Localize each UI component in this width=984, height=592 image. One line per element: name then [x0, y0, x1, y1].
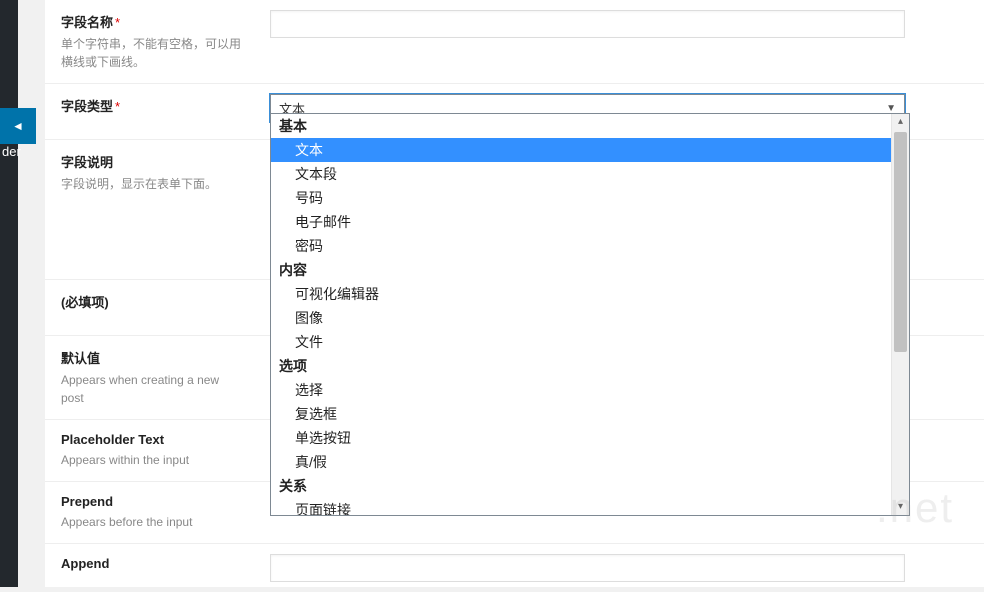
label-field-name: 字段名称 [61, 15, 113, 30]
field-type-dropdown: 基本文本文本段号码电子邮件密码内容可视化编辑器图像文件选项选择复选框单选按钮真/… [270, 113, 910, 516]
option[interactable]: 文件 [271, 330, 891, 354]
option[interactable]: 号码 [271, 186, 891, 210]
label-required: (必填项) [61, 295, 109, 310]
label-default: 默认值 [61, 351, 100, 366]
option[interactable]: 选择 [271, 378, 891, 402]
required-mark: * [115, 15, 120, 30]
option[interactable]: 文本段 [271, 162, 891, 186]
option[interactable]: 密码 [271, 234, 891, 258]
desc-prepend: Appears before the input [61, 513, 244, 531]
option[interactable]: 可视化编辑器 [271, 282, 891, 306]
label-append: Append [61, 556, 109, 571]
required-mark: * [115, 99, 120, 114]
option[interactable]: 文本 [271, 138, 891, 162]
collapse-icon: ◄ [12, 119, 24, 133]
dropdown-scrollbar[interactable]: ▴ ▾ [891, 114, 909, 515]
optgroup: 选项 [271, 354, 891, 378]
scroll-thumb[interactable] [894, 132, 907, 352]
desc-field-desc: 字段说明，显示在表单下面。 [61, 175, 244, 193]
field-name-input[interactable] [270, 10, 905, 38]
option[interactable]: 真/假 [271, 450, 891, 474]
label-placeholder: Placeholder Text [61, 432, 164, 447]
option[interactable]: 单选按钮 [271, 426, 891, 450]
admin-sidebar: ◄ der [0, 0, 18, 587]
desc-field-name: 单个字符串，不能有空格，可以用横线或下画线。 [61, 35, 244, 71]
chevron-down-icon: ▼ [886, 103, 896, 114]
scroll-down-icon[interactable]: ▾ [892, 499, 909, 515]
optgroup: 内容 [271, 258, 891, 282]
optgroup: 基本 [271, 114, 891, 138]
desc-default: Appears when creating a new post [61, 371, 244, 407]
option[interactable]: 页面链接 [271, 498, 891, 515]
option[interactable]: 复选框 [271, 402, 891, 426]
dropdown-list: 基本文本文本段号码电子邮件密码内容可视化编辑器图像文件选项选择复选框单选按钮真/… [271, 114, 891, 515]
row-append: Append [45, 543, 984, 592]
scroll-up-icon[interactable]: ▴ [892, 114, 909, 130]
sidebar-item-partial[interactable]: der [0, 140, 23, 163]
desc-placeholder: Appears within the input [61, 451, 244, 469]
option[interactable]: 图像 [271, 306, 891, 330]
optgroup: 关系 [271, 474, 891, 498]
sidebar-active-indicator: ◄ [0, 108, 36, 144]
option[interactable]: 电子邮件 [271, 210, 891, 234]
append-input[interactable] [270, 554, 905, 582]
label-prepend: Prepend [61, 494, 113, 509]
label-field-type: 字段类型 [61, 99, 113, 114]
row-field-name: 字段名称* 单个字符串，不能有空格，可以用横线或下画线。 [45, 0, 984, 83]
label-field-desc: 字段说明 [61, 155, 113, 170]
